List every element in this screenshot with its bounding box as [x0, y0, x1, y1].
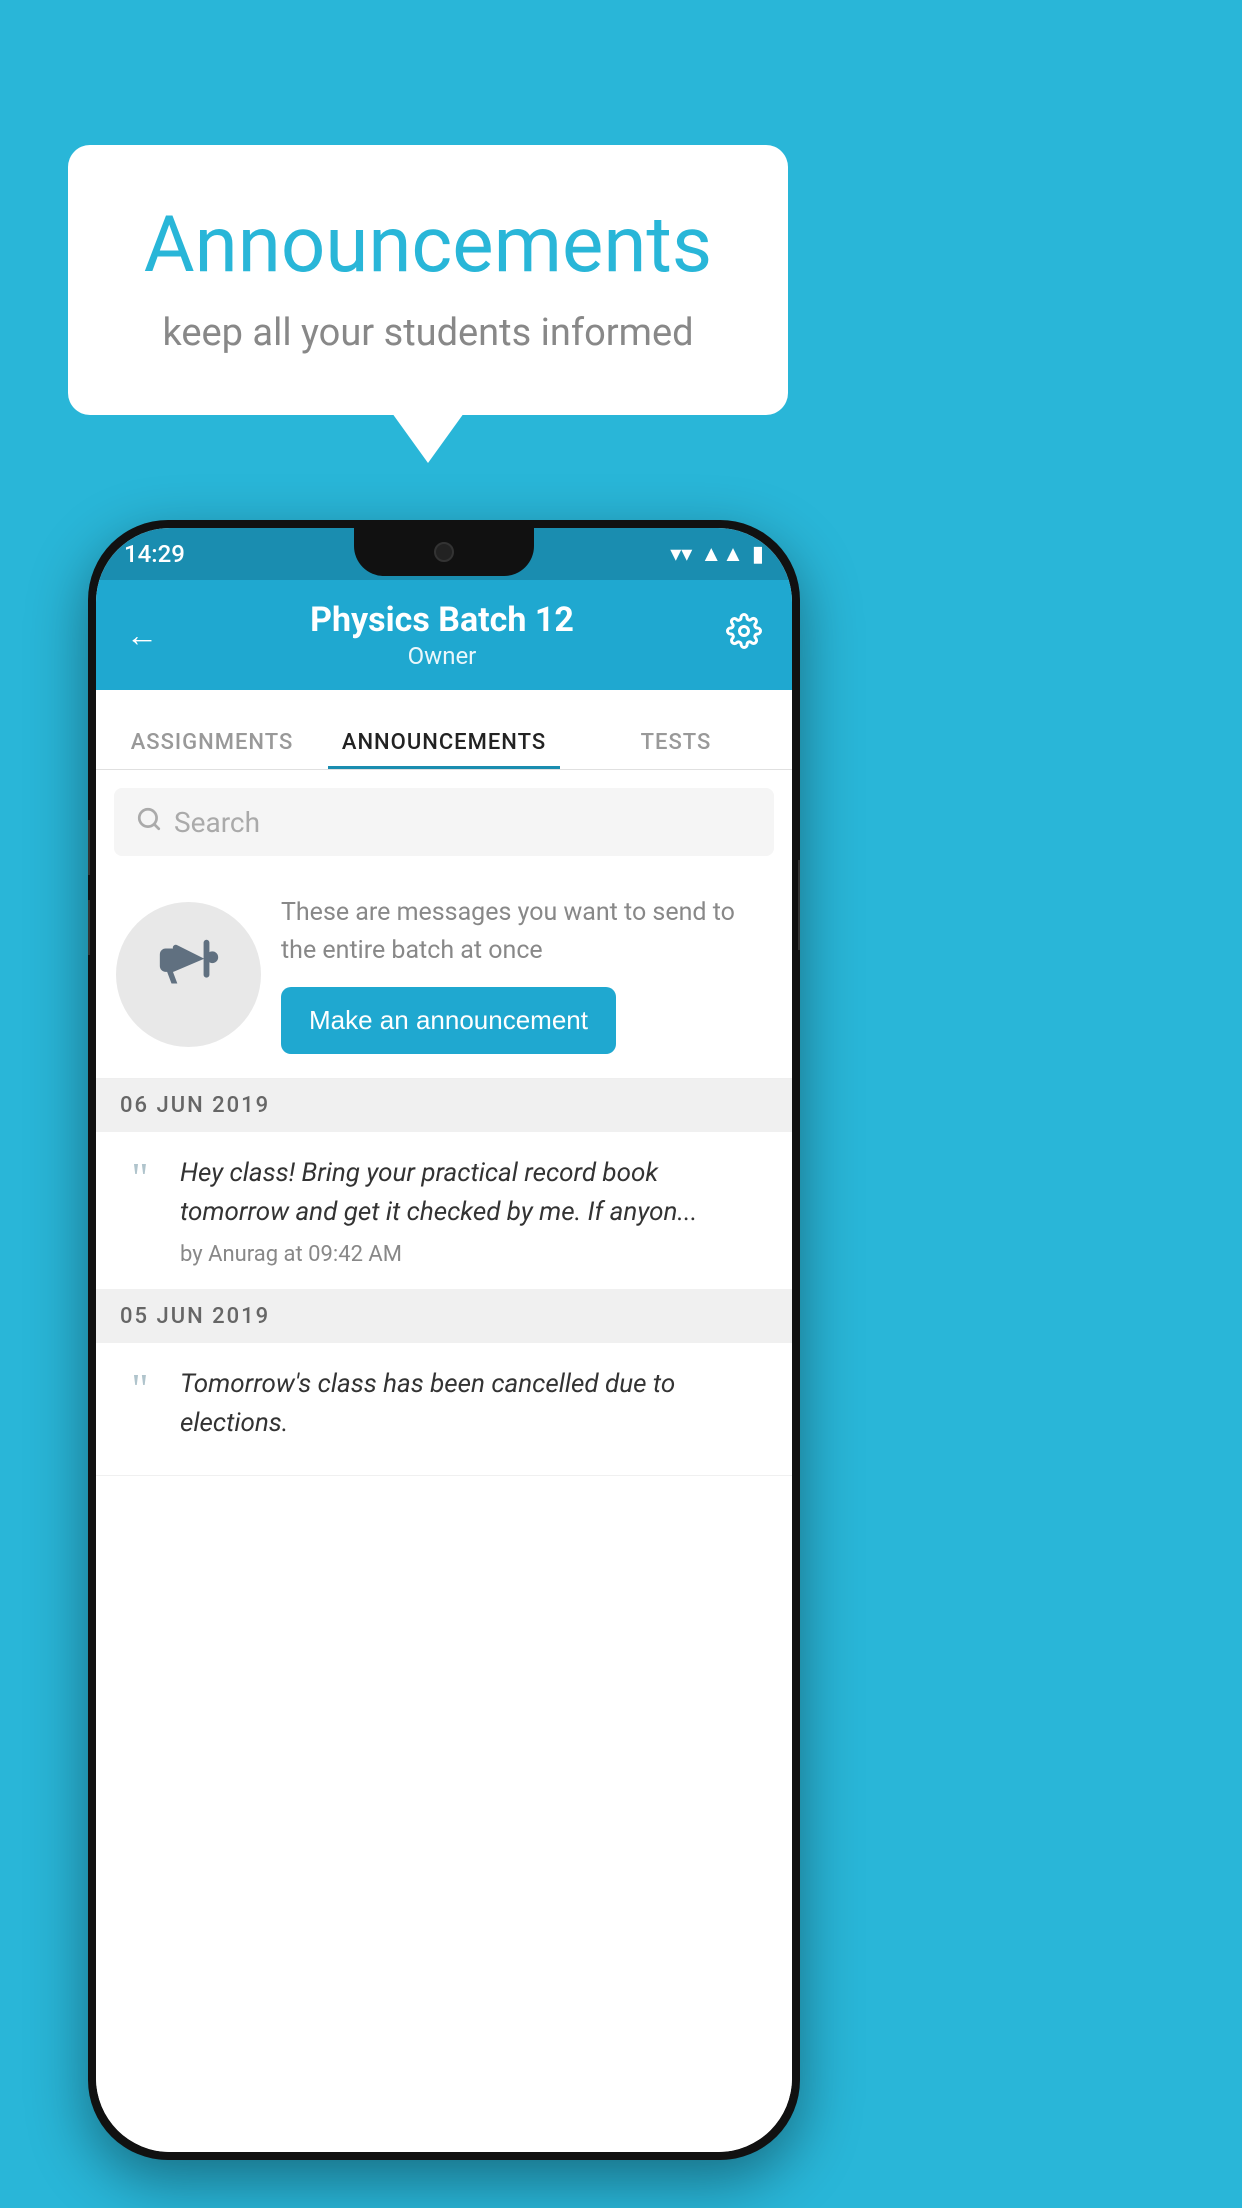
tabs-bar: ASSIGNMENTS ANNOUNCEMENTS TESTS: [96, 690, 792, 770]
status-time: 14:29: [124, 540, 185, 568]
search-icon: [136, 806, 162, 839]
announcement-text-wrap-1: Hey class! Bring your practical record b…: [180, 1154, 772, 1267]
tab-assignments[interactable]: ASSIGNMENTS: [96, 730, 328, 769]
announcement-text-2: Tomorrow's class has been cancelled due …: [180, 1365, 772, 1443]
announcement-meta-1: by Anurag at 09:42 AM: [180, 1242, 772, 1267]
tab-tests[interactable]: TESTS: [560, 730, 792, 769]
search-placeholder-text: Search: [174, 806, 260, 839]
announcement-text-wrap-2: Tomorrow's class has been cancelled due …: [180, 1365, 772, 1453]
header-center: Physics Batch 12 Owner: [310, 600, 574, 670]
cta-description: These are messages you want to send to t…: [281, 894, 772, 969]
app-header: ← Physics Batch 12 Owner: [96, 580, 792, 690]
announcement-text-1: Hey class! Bring your practical record b…: [180, 1154, 772, 1232]
megaphone-icon: [154, 931, 224, 1017]
header-title: Physics Batch 12: [310, 600, 574, 640]
back-button[interactable]: ←: [126, 616, 158, 654]
wifi-icon: ▾▾: [670, 542, 692, 567]
phone-notch: [354, 528, 534, 576]
date-divider-2: 05 JUN 2019: [96, 1290, 792, 1343]
announcement-item-1[interactable]: " Hey class! Bring your practical record…: [96, 1132, 792, 1290]
volume-up-button: [88, 820, 90, 875]
quote-icon-1: ": [116, 1158, 164, 1200]
tab-announcements[interactable]: ANNOUNCEMENTS: [328, 730, 560, 769]
front-camera: [434, 542, 454, 562]
screen: 14:29 ▾▾ ▲▲ ▮ ← Physics Batch 12 Owner: [96, 528, 792, 2152]
speech-bubble: Announcements keep all your students inf…: [68, 145, 788, 415]
battery-icon: ▮: [752, 542, 764, 567]
announcement-item-2[interactable]: " Tomorrow's class has been cancelled du…: [96, 1343, 792, 1476]
date-divider-1: 06 JUN 2019: [96, 1079, 792, 1132]
speech-bubble-wrapper: Announcements keep all your students inf…: [68, 145, 788, 415]
bubble-subtitle: keep all your students informed: [128, 311, 728, 355]
cta-right: These are messages you want to send to t…: [281, 894, 772, 1054]
status-icons: ▾▾ ▲▲ ▮: [670, 541, 764, 567]
bubble-title: Announcements: [128, 200, 728, 291]
content-area: Search These are messages you want to: [96, 770, 792, 2152]
signal-icon: ▲▲: [700, 541, 744, 567]
volume-down-button: [88, 900, 90, 955]
quote-icon-2: ": [116, 1369, 164, 1411]
settings-button[interactable]: [726, 613, 762, 657]
megaphone-circle: [116, 902, 261, 1047]
power-button: [798, 860, 800, 950]
phone-inner: 14:29 ▾▾ ▲▲ ▮ ← Physics Batch 12 Owner: [96, 528, 792, 2152]
announcement-cta-section: These are messages you want to send to t…: [96, 870, 792, 1079]
header-subtitle: Owner: [310, 642, 574, 670]
phone-frame: 14:29 ▾▾ ▲▲ ▮ ← Physics Batch 12 Owner: [88, 520, 800, 2160]
make-announcement-button[interactable]: Make an announcement: [281, 987, 616, 1054]
search-bar[interactable]: Search: [114, 788, 774, 856]
